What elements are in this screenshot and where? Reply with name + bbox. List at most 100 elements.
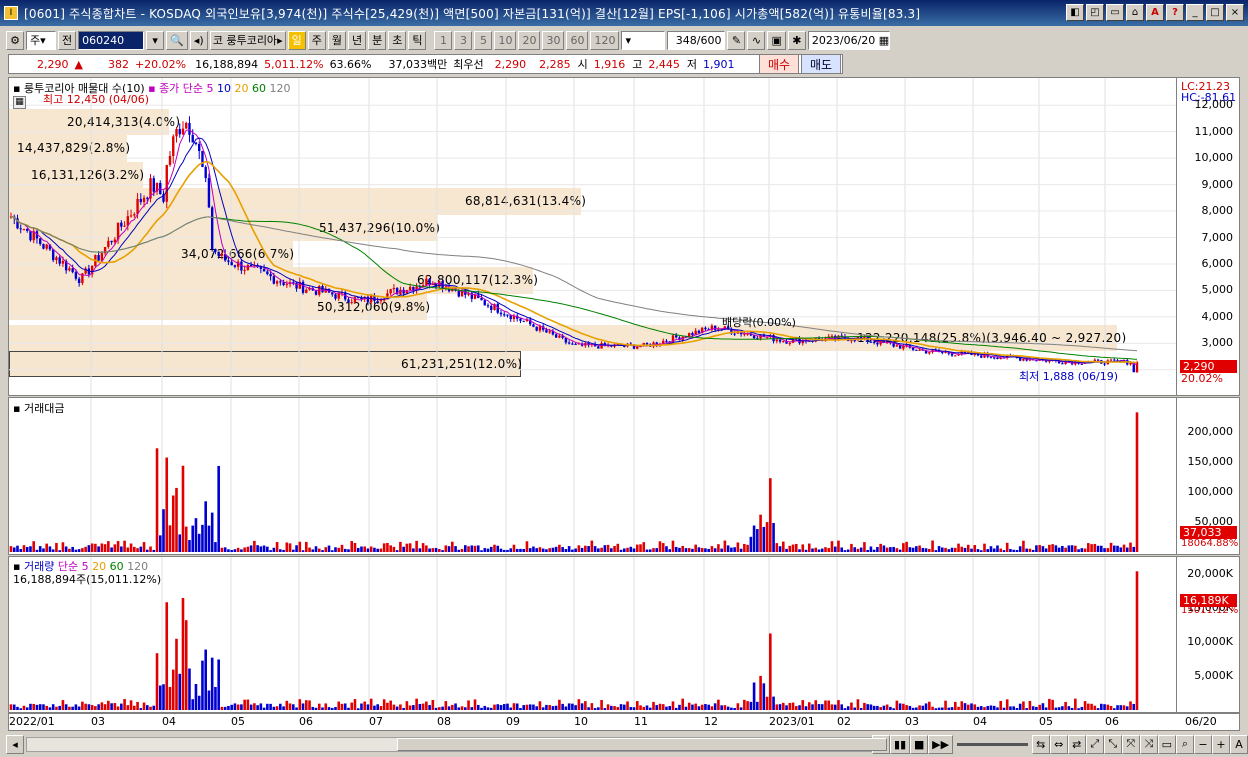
market-select[interactable]: 주 ▾: [26, 30, 56, 50]
amount-panel[interactable]: ▪ 거래대금 200,000 150,000 100,000 50,000 37,03…: [8, 397, 1240, 555]
volume-bar: [824, 547, 827, 552]
scroll-thumb[interactable]: [397, 737, 887, 751]
volume-bar: [759, 514, 762, 552]
minus-icon[interactable]: −: [1193, 734, 1212, 754]
candle: [172, 136, 175, 157]
volume-panel[interactable]: ▪ 거래량 단순 5 20 60 120 16,188,894주(15,011.…: [8, 556, 1240, 713]
volume-bar: [330, 707, 334, 710]
scroll-left-icon[interactable]: ◂: [6, 734, 24, 754]
maximize-button[interactable]: □: [1206, 4, 1224, 21]
volume-bar: [347, 549, 350, 552]
tool-c-icon[interactable]: ⤨: [1139, 734, 1158, 754]
indicator-icon[interactable]: ∿: [747, 30, 766, 50]
volume-bar: [81, 548, 84, 552]
settings-icon[interactable]: ✱: [787, 30, 806, 50]
code-dropdown[interactable]: ▾: [146, 30, 165, 50]
unit-120[interactable]: 120: [590, 30, 620, 50]
period-week[interactable]: 주: [307, 30, 326, 50]
candle: [506, 314, 509, 316]
crop-icon[interactable]: ▭: [1157, 734, 1176, 754]
unit-input[interactable]: ▾: [621, 30, 666, 50]
tool-a-icon[interactable]: ⤡: [1103, 734, 1122, 754]
search-zoom-icon[interactable]: ⌕: [1175, 734, 1194, 754]
group-icon[interactable]: ◰: [1086, 4, 1104, 21]
font-icon[interactable]: A: [1146, 4, 1164, 21]
scroll-track[interactable]: [26, 736, 887, 752]
volume-bar: [223, 706, 227, 710]
period-year[interactable]: 년: [347, 30, 367, 50]
volume-bar: [1028, 548, 1032, 552]
volume-bar: [279, 703, 282, 710]
save-icon[interactable]: ▣: [767, 30, 786, 50]
sell-button[interactable]: 매도: [801, 54, 841, 74]
speaker-icon[interactable]: ◂): [189, 30, 208, 50]
volume-bar: [593, 546, 597, 552]
forward-icon[interactable]: ▶▶: [928, 734, 953, 754]
stop-icon[interactable]: ■: [910, 734, 929, 754]
volume-bar: [885, 547, 889, 552]
period-month[interactable]: 월: [327, 30, 346, 50]
expand-icon[interactable]: ⇄: [1067, 734, 1086, 754]
unit-30[interactable]: 30: [542, 30, 565, 50]
volume-bar: [1074, 545, 1077, 552]
count-input[interactable]: 348/600: [667, 30, 726, 50]
date-axis: 2022/01 03 04 05 06 07 08 09 10 11 12 2023/01 02 03 04…: [8, 713, 1240, 731]
unit-5[interactable]: 5: [474, 30, 493, 50]
volume-bar: [285, 700, 289, 710]
period-minute[interactable]: 분: [368, 30, 387, 50]
unit-60[interactable]: 60: [566, 30, 589, 50]
unit-10[interactable]: 10: [494, 30, 517, 50]
pin-icon[interactable]: ⌂: [1126, 4, 1144, 21]
buy-button[interactable]: 매수: [759, 54, 799, 74]
volume-bar: [480, 550, 483, 552]
volume-bar: [691, 548, 694, 552]
volume-bar: [739, 548, 743, 552]
help-icon[interactable]: ?: [1166, 4, 1184, 21]
volume-bar: [454, 703, 457, 710]
volume-bar: [90, 704, 94, 710]
close-button[interactable]: ×: [1226, 4, 1244, 21]
volume-bar: [1057, 707, 1061, 710]
period-tick[interactable]: 틱: [408, 30, 427, 50]
draw-icon[interactable]: ✎: [727, 30, 746, 50]
unit-3[interactable]: 3: [454, 30, 473, 50]
link-icon[interactable]: ◧: [1066, 4, 1084, 21]
volume-bar: [168, 686, 172, 710]
legend-ma: 종가 단순: [159, 82, 204, 95]
unit-1[interactable]: 1: [434, 30, 453, 50]
minimize-button[interactable]: _: [1186, 4, 1204, 21]
font-size-icon[interactable]: A: [1229, 734, 1248, 754]
volume-y-axis[interactable]: 20,000K 15,000K 10,000K 5,000K 16,189K 1501…: [1176, 557, 1239, 712]
volume-bar: [25, 707, 29, 710]
grid-icon[interactable]: ▦: [13, 96, 26, 109]
compress-icon[interactable]: ⇔: [1049, 734, 1068, 754]
price-chart-panel[interactable]: 20,414,313(4.0%) 14,437,829(2.8%) 16,131,1…: [8, 77, 1240, 396]
plus-icon[interactable]: +: [1211, 734, 1230, 754]
volume-bar: [853, 707, 856, 710]
search-icon[interactable]: 🔍: [166, 30, 188, 50]
candle: [51, 249, 55, 261]
volume-bar: [798, 549, 801, 552]
total-button[interactable]: 전: [58, 30, 77, 50]
candle: [279, 281, 282, 283]
price-y-axis[interactable]: LC:21.23 HC:-81.61 12,000 11,000 10,000 9,0…: [1176, 78, 1239, 395]
candle: [198, 143, 201, 151]
tool-b-icon[interactable]: ⤧: [1121, 734, 1140, 754]
stock-code-input[interactable]: 060240: [78, 30, 145, 50]
amount-y-axis[interactable]: 200,000 150,000 100,000 50,000 37,033 18064…: [1176, 398, 1239, 554]
zoom-icon[interactable]: ⤢: [1085, 734, 1104, 754]
fit-icon[interactable]: ⇆: [1031, 734, 1050, 754]
unit-20[interactable]: 20: [518, 30, 541, 50]
period-day[interactable]: 일: [287, 30, 306, 50]
date-axis-label: 06/20: [1185, 715, 1217, 728]
candle: [782, 341, 785, 343]
date-input[interactable]: 2023/06/20 ▦: [807, 30, 890, 50]
speed-slider[interactable]: [956, 742, 1028, 746]
tool-icon[interactable]: ⚙: [6, 30, 24, 50]
window-icon[interactable]: ▭: [1106, 4, 1124, 21]
period-second[interactable]: 초: [388, 30, 407, 50]
pause-icon[interactable]: ▮▮: [890, 734, 911, 754]
volume-bar: [1028, 700, 1032, 710]
volume-bar: [201, 524, 204, 552]
volume-bar: [837, 540, 840, 552]
